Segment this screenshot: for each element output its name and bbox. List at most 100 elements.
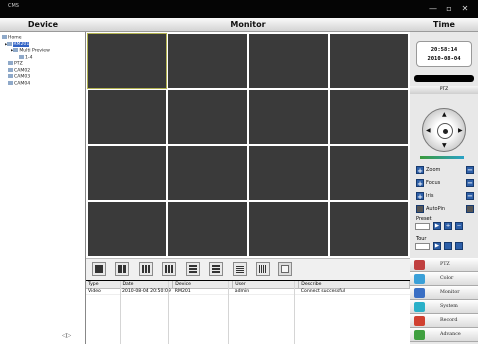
preset-select[interactable] <box>415 223 430 230</box>
ptz-direction-pad[interactable]: ▲ ▼ ◀ ▶ <box>422 108 466 152</box>
focus-out-button[interactable]: − <box>466 179 474 187</box>
video-cell[interactable] <box>168 34 247 88</box>
event-log: Type Date Device User Describe Video 201… <box>86 281 410 344</box>
focus-in-button[interactable]: + <box>416 179 424 188</box>
menu-monitor[interactable]: Monitor <box>410 286 478 300</box>
preset-add-button[interactable]: + <box>444 222 452 230</box>
camera-icon <box>8 80 13 85</box>
preset-goto-button[interactable]: ▶ <box>433 222 441 230</box>
autopin-stop-button[interactable] <box>466 205 474 213</box>
tour-grid-button[interactable] <box>455 242 463 250</box>
col-type[interactable]: Type <box>86 281 121 289</box>
log-type: Video <box>86 288 120 295</box>
layout-10-icon <box>212 265 220 273</box>
column-divider <box>294 281 295 344</box>
log-table: Type Date Device User Describe Video 201… <box>86 281 410 295</box>
menu-advance[interactable]: Advance <box>410 328 478 342</box>
status-bar <box>414 75 474 82</box>
column-divider <box>228 281 229 344</box>
cms-window: CMS — ▫ ✕ Device Monitor Time Home ▸ RM20… <box>0 0 478 344</box>
zoom-control: + Zoom − <box>416 165 474 176</box>
pan-right-icon[interactable]: ▶ <box>458 128 463 134</box>
log-header-row: Type Date Device User Describe <box>86 281 410 289</box>
restore-button[interactable]: ▫ <box>444 4 454 14</box>
video-cell[interactable] <box>168 146 247 200</box>
tree-node-camera[interactable]: CAM04 <box>2 80 50 88</box>
video-cell[interactable] <box>88 90 166 144</box>
log-row[interactable]: Video 2010-08-04 20:50:09 RM201 admin Co… <box>86 288 410 295</box>
clock-time: 20:58:14 <box>430 47 458 53</box>
tour-stop-button[interactable] <box>444 242 452 250</box>
app-title: CMS <box>8 3 19 9</box>
col-describe[interactable]: Describe <box>298 281 410 289</box>
layout-10-button[interactable] <box>209 262 223 276</box>
video-cell[interactable] <box>249 202 328 256</box>
log-user: admin <box>232 288 299 295</box>
system-icon <box>414 302 425 312</box>
video-cell[interactable] <box>88 146 166 200</box>
iris-close-button[interactable]: − <box>466 192 474 200</box>
monitor-grid <box>86 32 410 258</box>
iris-open-button[interactable]: + <box>416 192 424 201</box>
video-cell[interactable] <box>87 33 167 89</box>
monitor-header: Monitor <box>86 18 410 32</box>
col-user[interactable]: User <box>232 281 300 289</box>
close-button[interactable]: ✕ <box>460 4 470 14</box>
pan-up-icon[interactable]: ▲ <box>442 112 447 118</box>
tour-label: Tour <box>416 236 427 242</box>
video-cell[interactable] <box>330 146 408 200</box>
ptz-center-button[interactable] <box>437 123 453 139</box>
preset-remove-button[interactable]: − <box>455 222 463 230</box>
video-cell[interactable] <box>330 34 408 88</box>
device-panel: Home ▸ RM201 ▸ Multi Preview 1-4 PTZ CAM02… <box>0 32 86 344</box>
zoom-out-button[interactable]: − <box>466 166 474 174</box>
video-cell[interactable] <box>249 146 328 200</box>
zoom-label: Zoom <box>426 167 441 173</box>
video-cell[interactable] <box>88 202 166 256</box>
layout-4-icon <box>118 265 126 273</box>
layout-1-button[interactable] <box>92 262 106 276</box>
menu-system[interactable]: System <box>410 300 478 314</box>
video-cell[interactable] <box>168 90 247 144</box>
layout-toolbar <box>86 258 410 280</box>
menu-color[interactable]: Color <box>410 272 478 286</box>
tour-play-button[interactable]: ▶ <box>433 242 441 250</box>
col-date[interactable]: Date <box>120 281 174 289</box>
ptz-speed-slider[interactable] <box>420 156 464 159</box>
layout-6-button[interactable] <box>139 262 153 276</box>
layout-1-icon <box>95 265 103 273</box>
scroll-right-button[interactable]: ▷ <box>67 332 72 339</box>
menu-record[interactable]: Record <box>410 314 478 328</box>
col-device[interactable]: Device <box>172 281 234 289</box>
monitor-icon <box>414 288 425 298</box>
advance-icon <box>414 330 425 340</box>
video-cell[interactable] <box>168 202 247 256</box>
pan-down-icon[interactable]: ▼ <box>442 143 447 149</box>
video-cell[interactable] <box>249 34 328 88</box>
layout-9-button[interactable] <box>186 262 200 276</box>
iris-control: + Iris − <box>416 191 474 202</box>
layout-13-button[interactable] <box>233 262 247 276</box>
fullscreen-icon <box>281 265 289 273</box>
time-header: Time <box>410 18 478 32</box>
video-cell[interactable] <box>330 90 408 144</box>
autopin-toggle[interactable] <box>416 205 424 213</box>
fullscreen-button[interactable] <box>278 262 292 276</box>
camera-icon <box>8 67 13 72</box>
layout-16-button[interactable] <box>256 262 270 276</box>
preset-label: Preset <box>416 216 432 222</box>
device-tree: Home ▸ RM201 ▸ Multi Preview 1-4 PTZ CAM02… <box>2 35 50 87</box>
pan-left-icon[interactable]: ◀ <box>426 128 431 134</box>
tour-select[interactable] <box>415 243 430 250</box>
zoom-in-button[interactable]: + <box>416 166 424 175</box>
clock-date: 2010-08-04 <box>427 56 461 62</box>
video-cell[interactable] <box>249 90 328 144</box>
preview-icon <box>13 48 19 52</box>
menu-ptz[interactable]: PTZ <box>410 258 478 272</box>
layout-8-button[interactable] <box>162 262 176 276</box>
minimize-button[interactable]: — <box>428 4 438 14</box>
tree-scroll: ◁▷ <box>62 332 71 339</box>
layout-4-button[interactable] <box>115 262 129 276</box>
video-cell[interactable] <box>330 202 408 256</box>
camera-icon <box>19 54 24 59</box>
